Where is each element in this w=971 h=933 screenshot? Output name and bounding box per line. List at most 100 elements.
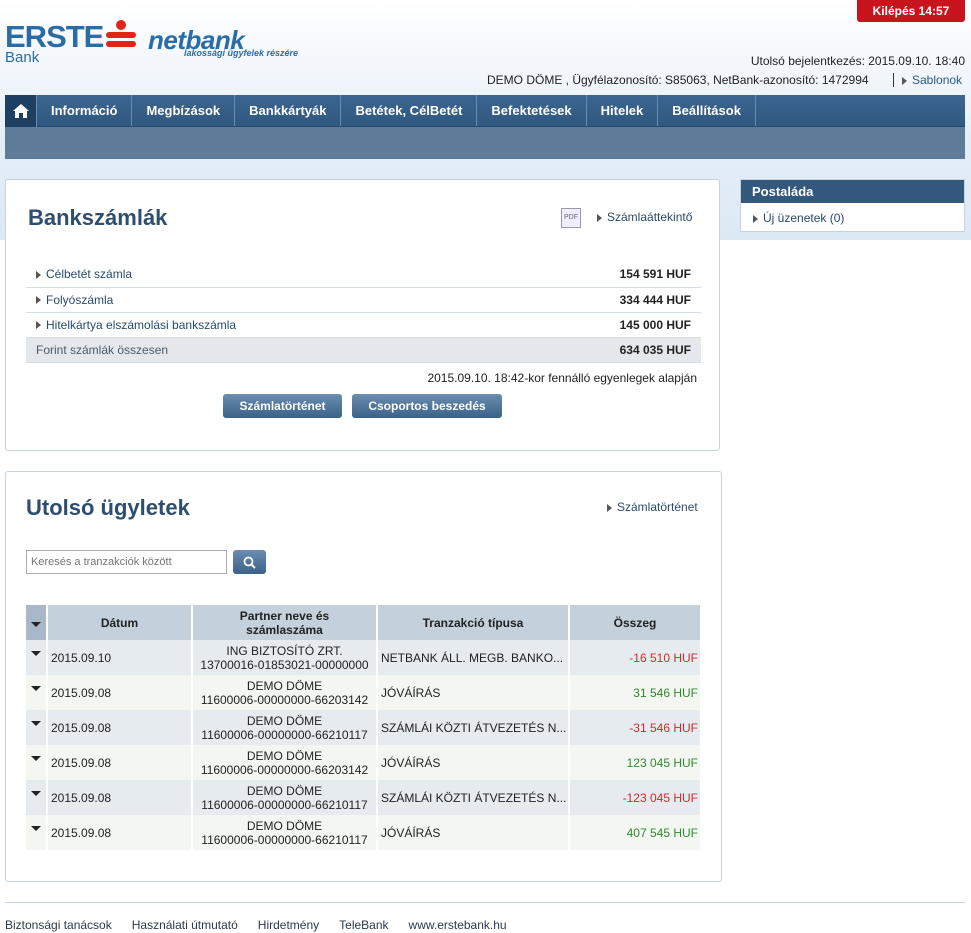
arrow-right-icon — [36, 296, 41, 305]
accounts-panel: Bankszámlák PDF Számlaáttekintő Célbetét… — [5, 179, 720, 451]
nav-item-orders[interactable]: Megbízások — [132, 95, 236, 126]
main-navigation: Információ Megbízások Bankkártyák Betéte… — [5, 95, 965, 159]
transaction-amount: -31 546 HUF — [569, 710, 702, 745]
row-expand-toggle[interactable] — [26, 780, 48, 815]
templates-link[interactable]: Sablonok — [893, 73, 962, 87]
sub-navigation-bar — [5, 127, 965, 158]
partner-name: DEMO DÖME — [246, 818, 323, 833]
partner-account: 11600006-00000000-66210117 — [201, 727, 368, 742]
account-overview-label: Számlaáttekintő — [607, 210, 693, 224]
row-expand-toggle[interactable] — [26, 815, 48, 850]
new-messages-link[interactable]: Új üzenetek (0) — [741, 203, 964, 225]
search-button[interactable] — [233, 550, 266, 574]
transaction-partner: DEMO DÖME 11600006-00000000-66210117 — [192, 780, 378, 815]
row-expand-toggle[interactable] — [26, 745, 48, 780]
transaction-search-input[interactable] — [26, 550, 227, 574]
transaction-partner: DEMO DÖME 11600006-00000000-66203142 — [192, 675, 378, 710]
table-row[interactable]: 2015.09.08 DEMO DÖME 11600006-00000000-662… — [26, 710, 702, 745]
table-row[interactable]: 2015.09.08 DEMO DÖME 11600006-00000000-662… — [26, 745, 702, 780]
account-name[interactable]: Folyószámla — [46, 293, 113, 307]
footer-link-security[interactable]: Biztonsági tanácsok — [5, 918, 112, 932]
transaction-type: NETBANK ÁLL. MEGB. BANKO... — [377, 640, 570, 675]
transaction-date: 2015.09.08 — [47, 745, 193, 780]
home-icon[interactable] — [5, 95, 37, 127]
account-balance: 154 591 HUF — [502, 262, 701, 288]
partner-account: 11600006-00000000-66210117 — [201, 832, 368, 847]
transaction-type: JÓVÁÍRÁS — [377, 745, 570, 780]
table-row[interactable]: 2015.09.08 DEMO DÖME 11600006-00000000-662… — [26, 675, 702, 710]
user-info: DEMO DÖME , Ügyfélazonosító: S85063, Net… — [487, 73, 869, 87]
transaction-amount: 31 546 HUF — [569, 675, 702, 710]
transaction-type: SZÁMLÁI KÖZTI ÁTVEZETÉS N... — [377, 780, 570, 815]
group-collection-button[interactable]: Csoportos beszedés — [352, 394, 502, 418]
nav-item-deposits[interactable]: Betétek, CélBetét — [341, 95, 478, 126]
row-expand-toggle[interactable] — [26, 710, 48, 745]
balance-note: 2015.09.10. 18:42-kor fennálló egyenlege… — [427, 371, 697, 385]
transaction-date: 2015.09.08 — [47, 780, 193, 815]
new-messages-label: Új üzenetek (0) — [763, 211, 845, 225]
accounts-total-row: Forint számlák összesen 634 035 HUF — [26, 337, 701, 363]
footer-link-guide[interactable]: Használati útmutató — [132, 918, 238, 932]
nav-item-settings[interactable]: Beállítások — [658, 95, 756, 126]
account-balance: 145 000 HUF — [502, 312, 701, 338]
mailbox-title: Postaláda — [741, 180, 964, 203]
transaction-date: 2015.09.10 — [47, 640, 193, 675]
mailbox-panel: Postaláda Új üzenetek (0) — [740, 179, 965, 232]
account-row[interactable]: Folyószámla 334 444 HUF — [26, 287, 701, 313]
caret-down-icon — [31, 651, 41, 656]
erste-s-icon — [103, 19, 139, 58]
nav-item-investments[interactable]: Befektetések — [477, 95, 587, 126]
pdf-icon[interactable]: PDF — [561, 208, 581, 228]
footer-link-announcement[interactable]: Hirdetmény — [258, 918, 319, 932]
nav-item-loans[interactable]: Hitelek — [587, 95, 659, 126]
last-login-info: Utolsó bejelentkezés: 2015.09.10. 18:40 — [750, 54, 965, 68]
column-amount[interactable]: Összeg — [569, 605, 702, 640]
logout-button[interactable]: Kilépés 14:57 — [857, 0, 965, 22]
nav-item-information[interactable]: Információ — [37, 95, 133, 126]
footer-divider — [5, 902, 965, 903]
transaction-amount: -123 045 HUF — [569, 780, 702, 815]
account-history-button[interactable]: Számlatörténet — [223, 394, 342, 418]
table-row[interactable]: 2015.09.08 DEMO DÖME 11600006-00000000-662… — [26, 815, 702, 850]
caret-down-icon — [31, 621, 41, 627]
transaction-date: 2015.09.08 — [47, 710, 193, 745]
footer-link-telebank[interactable]: TeleBank — [339, 918, 388, 932]
arrow-right-icon — [36, 321, 41, 330]
partner-account: 13700016-01853021-00000000 — [200, 657, 369, 672]
arrow-right-icon — [607, 503, 612, 512]
arrow-right-icon — [753, 214, 758, 223]
accounts-total-label: Forint számlák összesen — [26, 337, 503, 363]
transaction-date: 2015.09.08 — [47, 815, 193, 850]
account-name[interactable]: Hitelkártya elszámolási bankszámla — [46, 318, 236, 332]
partner-name: DEMO DÖME — [246, 678, 323, 693]
partner-account: 11600006-00000000-66203142 — [200, 692, 369, 707]
footer-link-website[interactable]: www.erstebank.hu — [409, 918, 507, 932]
templates-link-label: Sablonok — [912, 73, 963, 87]
account-name[interactable]: Célbetét számla — [46, 267, 132, 281]
sort-toggle[interactable] — [26, 605, 48, 640]
row-expand-toggle[interactable] — [26, 640, 48, 675]
accounts-table: Célbetét számla 154 591 HUF Folyószámla … — [26, 262, 701, 363]
caret-down-icon — [31, 756, 41, 761]
column-type[interactable]: Tranzakció típusa — [377, 605, 570, 640]
transaction-partner: DEMO DÖME 11600006-00000000-66210117 — [192, 710, 378, 745]
caret-down-icon — [31, 721, 41, 726]
erste-logo[interactable]: ERSTE Bank — [5, 20, 104, 66]
nav-item-cards[interactable]: Bankkártyák — [235, 95, 342, 126]
transaction-partner: ING BIZTOSÍTÓ ZRT. 13700016-01853021-0000… — [192, 640, 378, 675]
table-row[interactable]: 2015.09.08 DEMO DÖME 11600006-00000000-662… — [26, 780, 702, 815]
account-row[interactable]: Célbetét számla 154 591 HUF — [26, 262, 701, 288]
transaction-history-link[interactable]: Számlatörténet — [607, 500, 698, 514]
row-expand-toggle[interactable] — [26, 675, 48, 710]
partner-name: ING BIZTOSÍTÓ ZRT. — [226, 643, 343, 658]
column-partner[interactable]: Partner neve és számlaszáma — [192, 605, 378, 640]
transactions-table: Dátum Partner neve és számlaszáma Tranza… — [26, 605, 702, 850]
accounts-title: Bankszámlák — [28, 205, 168, 230]
account-row[interactable]: Hitelkártya elszámolási bankszámla 145 0… — [26, 312, 701, 338]
account-overview-link[interactable]: Számlaáttekintő — [597, 210, 692, 224]
column-date[interactable]: Dátum — [47, 605, 193, 640]
transactions-title: Utolsó ügyletek — [26, 495, 190, 520]
table-row[interactable]: 2015.09.10 ING BIZTOSÍTÓ ZRT. 13700016-018… — [26, 640, 702, 675]
partner-name: DEMO DÖME — [246, 748, 323, 763]
netbank-logo: netbank lakossági ügyfelek részére — [148, 26, 298, 58]
